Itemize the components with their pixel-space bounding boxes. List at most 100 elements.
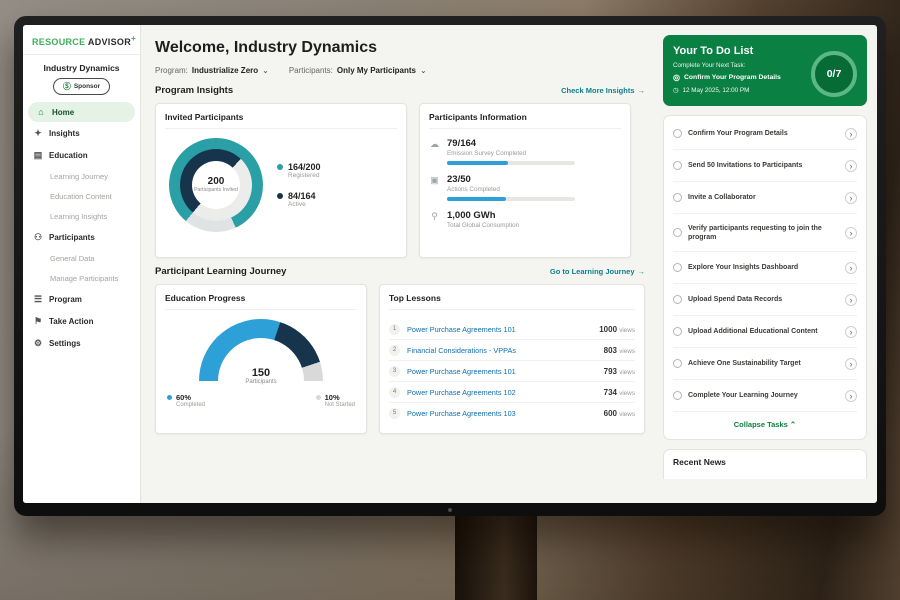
main-content: Welcome, Industry Dynamics Program: Indu… (141, 25, 659, 503)
views-count: 1000 (599, 325, 617, 334)
education-progress-card: Education Progress 150 Participants (155, 284, 367, 434)
logo-resource: RESOURCE (32, 37, 85, 47)
progress-fill (447, 197, 506, 201)
legend-value: 164/200 (288, 162, 321, 172)
sidebar-item-education[interactable]: ▤ Education (23, 145, 140, 166)
monitor-frame: RESOURCE ADVISOR+ Industry Dynamics Ⓢ Sp… (14, 16, 886, 516)
stat-label: Total Global Consumption (447, 222, 519, 229)
todo-task[interactable]: Verify participants requesting to join t… (673, 214, 857, 252)
chevron-down-icon: ⌄ (420, 66, 427, 75)
home-icon: ⌂ (36, 107, 46, 117)
sidebar-item-participants[interactable]: ⚇ Participants (23, 227, 140, 248)
sidebar-item-learning-insights[interactable]: Learning Insights (23, 207, 140, 226)
sidebar-item-label: Program (49, 295, 82, 304)
todo-task[interactable]: Upload Spend Data Records › (673, 284, 857, 316)
sidebar-item-education-content[interactable]: Education Content (23, 187, 140, 206)
page-title: Welcome, Industry Dynamics (155, 39, 645, 57)
todo-task[interactable]: Confirm Your Program Details › (673, 118, 857, 150)
views-suffix: views (619, 348, 635, 355)
lesson-link[interactable]: Power Purchase Agreements 102 (407, 388, 597, 397)
task-chevron-icon[interactable]: › (845, 390, 857, 402)
target-icon: ◎ (673, 73, 680, 82)
check-more-insights-link[interactable]: Check More Insights → (561, 86, 645, 95)
task-label: Complete Your Learning Journey (688, 391, 839, 400)
arrow-right-icon: → (638, 267, 646, 276)
lesson-row: 1 Power Purchase Agreements 101 1000 vie… (389, 319, 635, 340)
task-checkbox[interactable] (673, 391, 682, 400)
sidebar-item-settings[interactable]: ⚙ Settings (23, 333, 140, 354)
participants-filter-dropdown[interactable]: Participants: Only My Participants ⌄ (289, 66, 427, 75)
sidebar-item-label: Learning Insights (50, 212, 107, 221)
lesson-link[interactable]: Power Purchase Agreements 101 (407, 325, 592, 334)
gauge-label: Participants (199, 379, 323, 385)
task-checkbox[interactable] (673, 161, 682, 170)
background-scene: RESOURCE ADVISOR+ Industry Dynamics Ⓢ Sp… (0, 0, 900, 600)
todo-task[interactable]: Explore Your Insights Dashboard › (673, 252, 857, 284)
clock-icon: ◷ (673, 87, 679, 94)
recent-news-header[interactable]: Recent News (663, 449, 867, 479)
collapse-tasks-button[interactable]: Collapse Tasks ⌃ (673, 412, 857, 437)
task-checkbox[interactable] (673, 295, 682, 304)
task-checkbox[interactable] (673, 228, 682, 237)
views-count: 803 (604, 346, 617, 355)
task-checkbox[interactable] (673, 193, 682, 202)
task-chevron-icon[interactable]: › (845, 227, 857, 239)
task-chevron-icon[interactable]: › (845, 192, 857, 204)
lesson-rank: 3 (389, 366, 400, 377)
stat-label: Actions Completed (447, 186, 575, 193)
sidebar-item-label: Education (49, 151, 88, 160)
program-filter-label: Program: (155, 66, 188, 75)
task-chevron-icon[interactable]: › (845, 358, 857, 370)
sponsor-badge[interactable]: Ⓢ Sponsor (53, 78, 110, 95)
sidebar-item-label: Education Content (50, 192, 112, 201)
task-checkbox[interactable] (673, 359, 682, 368)
insights-cards-row: Invited Participants 200 Participants In… (155, 103, 645, 258)
actions-progress-bar (447, 197, 575, 201)
todo-progress-ring: 0/7 (811, 51, 857, 97)
todo-task[interactable]: Invite a Collaborator › (673, 182, 857, 214)
todo-task[interactable]: Send 50 Invitations to Participants › (673, 150, 857, 182)
sidebar-item-manage-participants[interactable]: Manage Participants (23, 269, 140, 288)
task-checkbox[interactable] (673, 129, 682, 138)
sidebar-item-learning-journey[interactable]: Learning Journey (23, 167, 140, 186)
sidebar-item-label: Participants (49, 233, 95, 242)
task-checkbox[interactable] (673, 263, 682, 272)
task-label: Invite a Collaborator (688, 193, 839, 202)
todo-panel: Your To Do List Complete Your Next Task:… (659, 25, 877, 503)
insights-icon: ✦ (33, 128, 43, 139)
sidebar-item-take-action[interactable]: ⚑ Take Action (23, 311, 140, 332)
legend-registered: 164/200 Registered (277, 162, 321, 179)
legend-label: Not Started (325, 402, 355, 408)
lesson-link[interactable]: Financial Considerations - VPPAs (407, 346, 597, 355)
lesson-rank: 4 (389, 387, 400, 398)
stat-value: 79/164 (447, 138, 575, 149)
monitor-logo-dot (448, 508, 452, 512)
stat-emission-survey: ☁ 79/164 Emission Survey Completed (429, 138, 621, 165)
task-chevron-icon[interactable]: › (845, 160, 857, 172)
task-label: Upload Spend Data Records (688, 295, 839, 304)
logo-advisor: ADVISOR (88, 37, 131, 47)
stat-global-consumption: ⚲ 1,000 GWh Total Global Consumption (429, 210, 621, 229)
collapse-label: Collapse Tasks (734, 420, 788, 429)
program-insights-header: Program Insights Check More Insights → (155, 85, 645, 96)
sidebar-item-program[interactable]: ☰ Program (23, 289, 140, 310)
program-filter-dropdown[interactable]: Program: Industrialize Zero ⌄ (155, 66, 269, 75)
task-chevron-icon[interactable]: › (845, 262, 857, 274)
task-chevron-icon[interactable]: › (845, 326, 857, 338)
sidebar-item-home[interactable]: ⌂ Home (28, 102, 135, 122)
sidebar-item-insights[interactable]: ✦ Insights (23, 123, 140, 144)
task-checkbox[interactable] (673, 327, 682, 336)
todo-task[interactable]: Upload Additional Educational Content › (673, 316, 857, 348)
stat-label: Emission Survey Completed (447, 150, 575, 157)
todo-task[interactable]: Complete Your Learning Journey › (673, 380, 857, 412)
task-chevron-icon[interactable]: › (845, 128, 857, 140)
todo-task[interactable]: Achieve One Sustainability Target › (673, 348, 857, 380)
lesson-link[interactable]: Power Purchase Agreements 103 (407, 409, 597, 418)
stat-value: 1,000 GWh (447, 210, 519, 221)
progress-fill (447, 161, 508, 165)
legend-active: 84/164 Active (277, 191, 321, 208)
sidebar-item-general-data[interactable]: General Data (23, 249, 140, 268)
task-chevron-icon[interactable]: › (845, 294, 857, 306)
lesson-link[interactable]: Power Purchase Agreements 101 (407, 367, 597, 376)
go-to-learning-journey-link[interactable]: Go to Learning Journey → (550, 267, 645, 276)
